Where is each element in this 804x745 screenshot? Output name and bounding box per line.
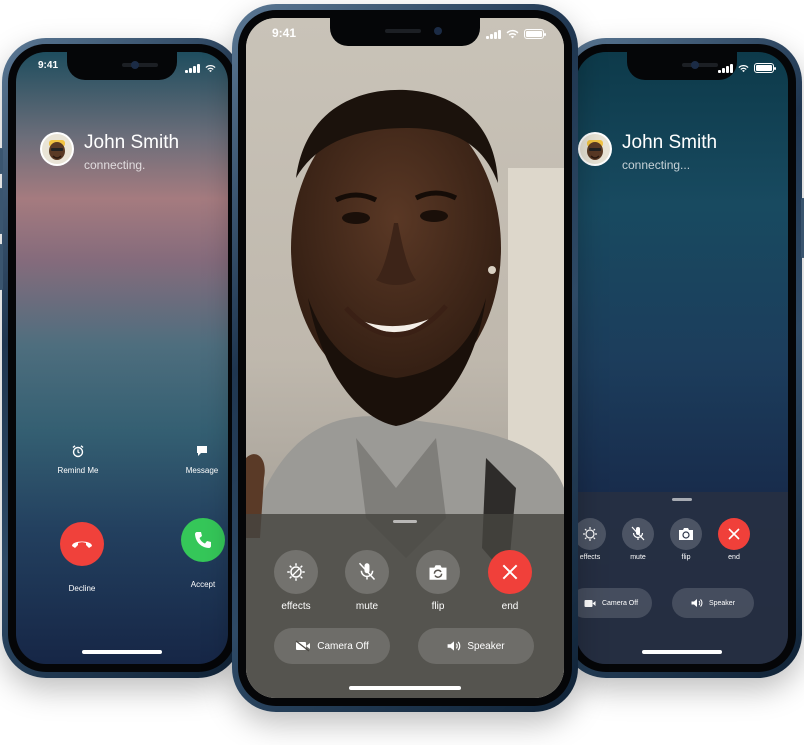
battery-icon bbox=[754, 63, 776, 73]
camera-off-button[interactable]: Camera Off bbox=[274, 628, 390, 664]
speaker-label: Speaker bbox=[708, 599, 736, 607]
caller-name: John Smith bbox=[622, 132, 718, 153]
end-call-button[interactable]: end bbox=[486, 550, 534, 612]
remind-me-label: Remind Me bbox=[57, 466, 99, 475]
mute-button[interactable]: mute bbox=[343, 550, 391, 612]
call-controls-panel: effects mute flip end Camera Off Speaker bbox=[576, 492, 788, 664]
remind-me-button[interactable]: Remind Me bbox=[48, 444, 108, 475]
effects-icon bbox=[583, 527, 597, 541]
effects-icon bbox=[287, 563, 305, 581]
effects-label: effects bbox=[281, 601, 311, 612]
camera-off-icon bbox=[295, 640, 311, 652]
avatar-memoji-icon bbox=[578, 132, 612, 166]
end-call-button[interactable]: end bbox=[716, 518, 752, 561]
end-label: end bbox=[728, 554, 740, 561]
speaker-label: Speaker bbox=[467, 640, 505, 652]
phone-down-icon bbox=[72, 541, 92, 548]
phone-icon bbox=[195, 532, 211, 548]
flip-camera-icon bbox=[429, 564, 447, 580]
mute-label: mute bbox=[355, 601, 379, 612]
right-phone: John Smith connecting... effects mute fl… bbox=[562, 38, 804, 678]
effects-button[interactable]: effects bbox=[272, 550, 320, 612]
camera-off-icon bbox=[584, 599, 596, 607]
flip-label: flip bbox=[431, 601, 445, 612]
avatar-memoji-icon bbox=[40, 132, 74, 166]
home-indicator bbox=[349, 686, 461, 690]
speaker-button[interactable]: Speaker bbox=[418, 628, 534, 664]
left-phone-screen: 9:41 John Smith connecting. Remind Me Me… bbox=[16, 52, 228, 664]
accept-label: Accept bbox=[190, 580, 216, 589]
home-indicator bbox=[642, 650, 722, 654]
speaker-icon bbox=[691, 599, 703, 607]
flip-button[interactable]: flip bbox=[414, 550, 462, 612]
flip-camera-icon bbox=[679, 528, 693, 540]
decline-label: Decline bbox=[68, 584, 96, 593]
caller-status: connecting. bbox=[84, 158, 146, 172]
signal-icon bbox=[486, 29, 501, 39]
mute-icon bbox=[631, 526, 645, 541]
caller-name: John Smith bbox=[84, 132, 180, 153]
effects-label: effects bbox=[579, 554, 601, 561]
speaker-icon bbox=[447, 641, 461, 651]
signal-icon bbox=[185, 63, 200, 73]
wifi-icon bbox=[506, 29, 519, 39]
signal-icon bbox=[718, 63, 733, 73]
mute-label: mute bbox=[630, 554, 646, 561]
close-icon bbox=[728, 528, 740, 540]
center-phone-screen: 9:41 effects mute flip end Camera Off Sp… bbox=[246, 18, 564, 698]
status-time: 9:41 bbox=[38, 60, 59, 71]
flip-button[interactable]: flip bbox=[668, 518, 704, 561]
status-time: 9:41 bbox=[272, 26, 297, 40]
message-icon bbox=[197, 446, 207, 456]
wifi-icon bbox=[738, 64, 749, 72]
camera-off-label: Camera Off bbox=[601, 599, 639, 607]
wifi-icon bbox=[205, 64, 216, 72]
center-phone: 9:41 effects mute flip end Camera Off Sp… bbox=[232, 4, 578, 712]
close-icon bbox=[502, 564, 518, 580]
stage: 9:41 John Smith connecting. Remind Me Me… bbox=[0, 0, 804, 745]
camera-off-label: Camera Off bbox=[317, 640, 369, 652]
alarm-icon bbox=[72, 445, 84, 458]
left-phone: 9:41 John Smith connecting. Remind Me Me… bbox=[0, 38, 242, 678]
end-label: end bbox=[501, 601, 519, 612]
caller-status: connecting... bbox=[622, 158, 691, 172]
battery-icon bbox=[524, 29, 546, 39]
call-controls-panel: effects mute flip end Camera Off Speaker bbox=[246, 514, 564, 698]
mute-button[interactable]: mute bbox=[620, 518, 656, 561]
decline-button[interactable] bbox=[60, 522, 104, 566]
flip-label: flip bbox=[681, 554, 691, 561]
speaker-button[interactable]: Speaker bbox=[672, 588, 754, 618]
message-button[interactable]: Message bbox=[172, 444, 228, 475]
mute-icon bbox=[358, 562, 376, 581]
right-phone-screen: John Smith connecting... effects mute fl… bbox=[576, 52, 788, 664]
message-label: Message bbox=[185, 466, 219, 475]
home-indicator bbox=[82, 650, 162, 654]
accept-button[interactable] bbox=[181, 518, 225, 562]
effects-button[interactable]: effects bbox=[576, 518, 608, 561]
camera-off-button[interactable]: Camera Off bbox=[576, 588, 652, 618]
